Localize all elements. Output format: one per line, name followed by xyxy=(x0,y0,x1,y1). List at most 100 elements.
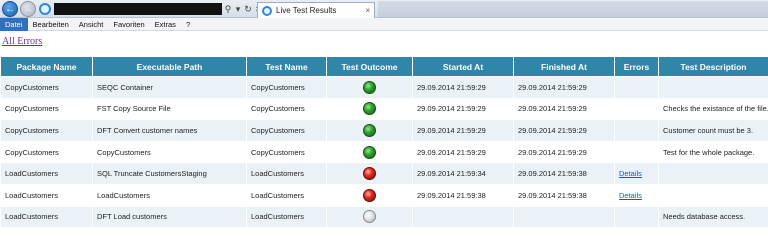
tab-title: Live Test Results xyxy=(276,6,337,15)
test-outcome-cell xyxy=(326,119,413,142)
back-button[interactable]: ← xyxy=(2,1,18,17)
table-row: LoadCustomers LoadCustomers LoadCustomers 2… xyxy=(0,183,768,207)
all-errors-link[interactable]: All Errors xyxy=(2,36,42,47)
arrow-left-icon: ← xyxy=(5,3,15,15)
package-cell: CopyCustomers xyxy=(0,140,93,164)
test-outcome-cell xyxy=(326,205,413,229)
status-red-icon xyxy=(363,188,376,202)
path-cell: DFT Convert customer names xyxy=(92,119,247,142)
test-cell: CopyCustomers xyxy=(246,119,327,142)
description-cell: Customer count must be 3. xyxy=(658,119,768,142)
status-green-icon xyxy=(363,145,376,159)
ie-logo-icon xyxy=(39,3,51,15)
column-header[interactable]: Test Outcome xyxy=(326,56,413,77)
table-row: CopyCustomers CopyCustomers CopyCustomers 2… xyxy=(0,140,768,164)
package-cell: LoadCustomers xyxy=(0,162,93,185)
status-gray-icon xyxy=(363,210,376,224)
errors-cell xyxy=(614,119,659,142)
menu-item[interactable]: Extras xyxy=(150,18,181,31)
started-cell: 29.09.2014 21:59:29 xyxy=(412,97,514,121)
status-green-icon xyxy=(363,123,376,137)
test-outcome-cell xyxy=(326,76,413,99)
column-header[interactable]: Executable Path xyxy=(92,56,247,77)
test-outcome-cell xyxy=(326,183,413,207)
package-cell: CopyCustomers xyxy=(0,119,93,142)
started-cell: 29.09.2014 21:59:38 xyxy=(412,183,514,207)
column-header[interactable]: Errors xyxy=(614,56,659,77)
window-titlebar xyxy=(378,1,768,17)
test-cell: LoadCustomers xyxy=(246,205,327,229)
menu-bar: Datei Bearbeiten Ansicht Favoriten Extras? xyxy=(0,17,768,31)
details-link[interactable]: Details xyxy=(619,169,642,178)
column-header[interactable]: Package Name xyxy=(0,56,93,77)
tab-live-test-results[interactable]: Live Test Results × xyxy=(257,2,375,18)
address-bar[interactable] xyxy=(54,3,222,15)
table-row: CopyCustomers SEQC Container CopyCustomers… xyxy=(0,76,768,99)
test-outcome-cell xyxy=(326,97,413,121)
menu-item[interactable]: Ansicht xyxy=(74,18,109,31)
menu-item[interactable]: Datei xyxy=(0,17,28,31)
table-row: CopyCustomers DFT Convert customer names C… xyxy=(0,119,768,142)
errors-cell: Details xyxy=(614,162,659,185)
started-cell: 29.09.2014 21:59:29 xyxy=(412,76,514,99)
table-row: CopyCustomers FST Copy Source File CopyCus… xyxy=(0,97,768,121)
status-red-icon xyxy=(363,167,376,181)
column-header[interactable]: Started At xyxy=(412,56,514,77)
errors-cell xyxy=(614,97,659,121)
arrow-right-icon: → xyxy=(23,3,33,15)
path-cell: SEQC Container xyxy=(92,76,247,99)
finished-cell: 29.09.2014 21:59:38 xyxy=(513,162,615,185)
test-cell: CopyCustomers xyxy=(246,140,327,164)
started-cell xyxy=(412,205,514,229)
finished-cell: 29.09.2014 21:59:38 xyxy=(513,183,615,207)
details-link[interactable]: Details xyxy=(619,191,642,200)
table-row: LoadCustomers DFT Load customers LoadCusto… xyxy=(0,205,768,229)
menu-item[interactable]: Bearbeiten xyxy=(28,18,74,31)
column-header[interactable]: Finished At xyxy=(513,56,615,77)
package-cell: LoadCustomers xyxy=(0,183,93,207)
dropdown-icon[interactable]: ▾ xyxy=(234,4,242,15)
package-cell: LoadCustomers xyxy=(0,205,93,229)
refresh-icon[interactable]: ↻ xyxy=(244,4,252,15)
tab-close-icon[interactable]: × xyxy=(365,6,370,15)
started-cell: 29.09.2014 21:59:29 xyxy=(412,140,514,164)
tab-favicon-icon xyxy=(262,5,272,16)
path-cell: CopyCustomers xyxy=(92,140,247,164)
description-cell: Checks the existance of the file. xyxy=(658,97,768,121)
status-green-icon xyxy=(363,102,376,116)
finished-cell xyxy=(513,205,615,229)
test-results-table: Package Name Executable Path Test Name Test… xyxy=(0,56,768,229)
description-cell xyxy=(658,76,768,99)
started-cell: 29.09.2014 21:59:29 xyxy=(412,119,514,142)
errors-cell xyxy=(614,140,659,164)
test-cell: LoadCustomers xyxy=(246,183,327,207)
browser-chrome: ← → ⚲ ▾ ↻ × Live Test Results × xyxy=(0,0,768,18)
finished-cell: 29.09.2014 21:59:29 xyxy=(513,76,615,99)
menu-item[interactable]: ? xyxy=(181,18,195,31)
column-header[interactable]: Test Description xyxy=(658,56,768,77)
finished-cell: 29.09.2014 21:59:29 xyxy=(513,119,615,142)
column-header[interactable]: Test Name xyxy=(246,56,327,77)
search-icon[interactable]: ⚲ xyxy=(224,4,232,15)
table-header-row: Package Name Executable Path Test Name Test… xyxy=(0,56,768,77)
menu-item[interactable]: Favoriten xyxy=(108,18,149,31)
errors-cell xyxy=(614,76,659,99)
finished-cell: 29.09.2014 21:59:29 xyxy=(513,140,615,164)
table-row: LoadCustomers SQL Truncate CustomersStagi… xyxy=(0,162,768,185)
path-cell: FST Copy Source File xyxy=(92,97,247,121)
description-cell xyxy=(658,162,768,185)
path-cell: DFT Load customers xyxy=(92,205,247,229)
errors-cell xyxy=(614,205,659,229)
forward-button[interactable]: → xyxy=(20,1,36,17)
package-cell: CopyCustomers xyxy=(0,76,93,99)
test-outcome-cell xyxy=(326,162,413,185)
path-cell: LoadCustomers xyxy=(92,183,247,207)
finished-cell: 29.09.2014 21:59:29 xyxy=(513,97,615,121)
package-cell: CopyCustomers xyxy=(0,97,93,121)
test-cell: CopyCustomers xyxy=(246,76,327,99)
description-cell: Needs database access. xyxy=(658,205,768,229)
path-cell: SQL Truncate CustomersStaging xyxy=(92,162,247,185)
started-cell: 29.09.2014 21:59:34 xyxy=(412,162,514,185)
description-cell: Test for the whole package. xyxy=(658,140,768,164)
test-cell: LoadCustomers xyxy=(246,162,327,185)
